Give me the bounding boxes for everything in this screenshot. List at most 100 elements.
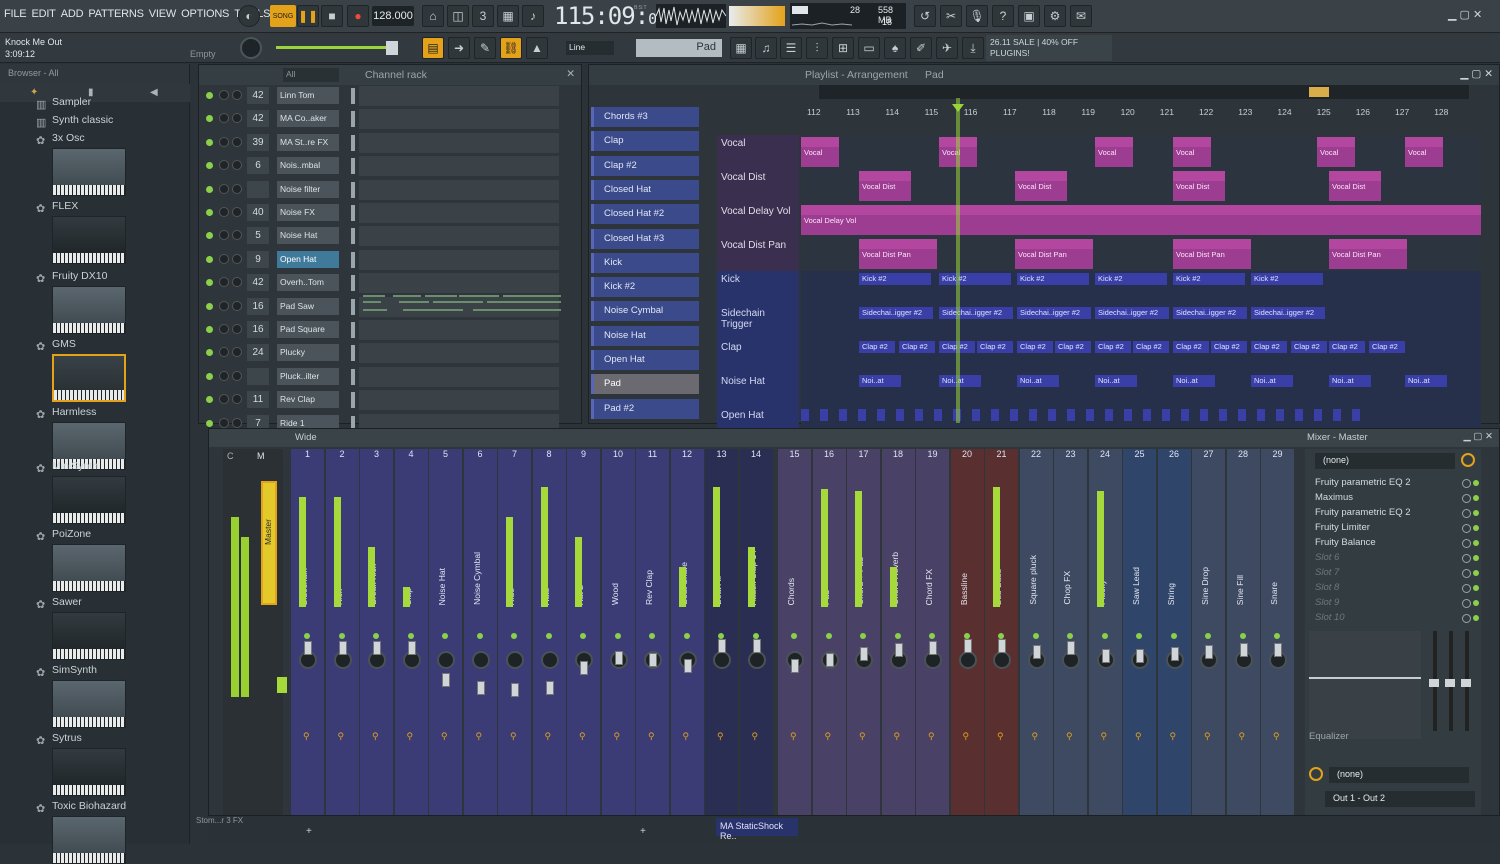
playlist-clip[interactable]: Vocal Delay Vol bbox=[801, 205, 1481, 235]
plugin-thumbnail[interactable] bbox=[52, 216, 126, 264]
channel-filter[interactable]: All bbox=[283, 68, 339, 82]
channel-volume-knob[interactable] bbox=[232, 347, 242, 358]
mixer-strip[interactable]: 5 Noise Hat ⚲ bbox=[429, 449, 462, 815]
mixer-pan-knob[interactable] bbox=[506, 651, 524, 669]
playlist-clip[interactable]: Vocal Dist bbox=[1015, 171, 1067, 201]
channel-volume-knob[interactable] bbox=[232, 394, 242, 405]
browser-item-flex[interactable]: FLEX bbox=[52, 200, 78, 212]
pattern-song-toggle-icon[interactable]: ◐ bbox=[238, 5, 260, 27]
playlist-clip[interactable]: Clap #2 bbox=[859, 341, 895, 353]
mixer-strip[interactable]: 10 Wood ⚲ bbox=[601, 449, 635, 815]
playlist-clip[interactable]: Vocal Dist Pan bbox=[1329, 239, 1407, 269]
master-fader[interactable] bbox=[277, 677, 287, 693]
channel-name-button[interactable]: Noise FX bbox=[277, 204, 339, 221]
plugin-thumbnail[interactable] bbox=[52, 148, 126, 196]
playlist-clip[interactable]: Vocal Dist Pan bbox=[1173, 239, 1251, 269]
mixer-view-mode[interactable]: Wide bbox=[295, 432, 317, 443]
blend-notes-icon[interactable]: ♪ bbox=[522, 5, 544, 27]
channel-name-button[interactable]: Pad Square bbox=[277, 321, 339, 338]
pattern-item[interactable]: Kick bbox=[591, 252, 699, 273]
playlist-clip[interactable]: Noi..at bbox=[859, 375, 901, 387]
playlist-clip[interactable] bbox=[915, 409, 923, 421]
mixer-send-icon[interactable]: ⚲ bbox=[1170, 731, 1177, 742]
channel-pan-knob[interactable] bbox=[219, 394, 229, 405]
track-header[interactable]: Vocal Dist Pan bbox=[717, 237, 799, 271]
channel-select-indicator[interactable] bbox=[351, 251, 355, 268]
mixer-volume-fader[interactable] bbox=[860, 647, 868, 661]
channel-row[interactable]: Noise filter bbox=[199, 179, 565, 201]
playlist-clip[interactable] bbox=[1029, 409, 1037, 421]
mixer-send-icon[interactable]: ⚲ bbox=[441, 731, 448, 742]
channel-mute-led[interactable] bbox=[206, 279, 213, 287]
mixer-strip[interactable]: 2Kick⚲ bbox=[325, 449, 359, 815]
channel-step-grid[interactable] bbox=[359, 109, 559, 130]
mixer-insert-slot[interactable]: Fruity parametric EQ 2 bbox=[1315, 477, 1411, 488]
mixer-volume-fader[interactable] bbox=[614, 651, 623, 665]
playlist-clip[interactable] bbox=[858, 409, 866, 421]
channel-pan-knob[interactable] bbox=[219, 253, 229, 264]
mixer-send-icon[interactable]: ⚲ bbox=[338, 731, 345, 742]
mixer-preset-select[interactable]: (none) bbox=[1315, 453, 1455, 469]
browser-item-3x-osc[interactable]: 3x Osc bbox=[52, 132, 85, 144]
mixer-insert-mix-knob[interactable] bbox=[1462, 584, 1471, 593]
channel-step-grid[interactable] bbox=[359, 366, 559, 387]
piano-icon[interactable]: ♫ bbox=[755, 37, 777, 59]
playlist-clip[interactable] bbox=[1086, 409, 1094, 421]
playhead-marker-icon[interactable] bbox=[952, 104, 964, 112]
playlist-clip[interactable]: Sidechai..igger #2 bbox=[1173, 307, 1247, 319]
channel-mute-led[interactable] bbox=[206, 138, 213, 146]
playlist-clip[interactable]: Vocal Dist Pan bbox=[859, 239, 937, 269]
mixer-volume-fader[interactable] bbox=[407, 641, 416, 655]
mixer-pan-knob[interactable] bbox=[747, 651, 766, 669]
channel-mute-led[interactable] bbox=[206, 326, 213, 333]
browser-icon[interactable]: ▭ bbox=[858, 37, 880, 59]
menu-options[interactable]: OPTIONS bbox=[181, 8, 229, 20]
playlist-window-controls[interactable]: ▁ ▢ ✕ bbox=[1460, 68, 1493, 80]
channel-volume-knob[interactable] bbox=[232, 417, 242, 428]
channel-step-grid[interactable] bbox=[359, 156, 559, 177]
add-channel-icon[interactable]: + bbox=[306, 826, 312, 837]
bottom-track-clip[interactable]: MA StaticShock Re.. bbox=[716, 818, 798, 841]
mixer-strip[interactable]: 20 Bassline ⚲ bbox=[950, 449, 984, 815]
track-header[interactable]: Clap bbox=[717, 339, 799, 373]
playlist-clip[interactable]: Noi..at bbox=[1017, 375, 1059, 387]
plugin-thumbnail[interactable] bbox=[52, 816, 126, 864]
plugin-thumbnail[interactable] bbox=[52, 354, 126, 402]
mixer-insert-enable-led[interactable] bbox=[1473, 600, 1479, 606]
pattern-item[interactable]: Closed Hat #2 bbox=[591, 204, 699, 225]
metronome-icon[interactable]: ⌂ bbox=[422, 5, 444, 27]
undo-icon[interactable]: ↺ bbox=[914, 5, 936, 27]
mixer-strip-enable-led[interactable] bbox=[860, 633, 866, 639]
playlist-clip[interactable]: Clap #2 bbox=[1369, 341, 1405, 353]
bar-number[interactable]: 127 bbox=[1395, 107, 1409, 117]
patcher-icon[interactable]: ⊞ bbox=[832, 37, 854, 59]
mixer-strip[interactable]: 13Beat All⚲ bbox=[705, 449, 738, 815]
channel-select-indicator[interactable] bbox=[351, 368, 355, 385]
mixer-insert-mix-knob[interactable] bbox=[1462, 479, 1471, 488]
link-icon[interactable]: ⛓ bbox=[500, 37, 522, 59]
channel-mute-led[interactable] bbox=[206, 396, 213, 404]
mixer-volume-fader[interactable] bbox=[1239, 643, 1248, 657]
playlist-clip[interactable] bbox=[1105, 409, 1113, 421]
mixer-strip-enable-led[interactable] bbox=[407, 633, 414, 639]
channel-step-grid[interactable] bbox=[359, 226, 559, 247]
playlist-clip[interactable]: Noi..at bbox=[1405, 375, 1447, 387]
channel-select-indicator[interactable] bbox=[351, 275, 355, 292]
mixer-strip-enable-led[interactable] bbox=[476, 633, 483, 639]
channel-mixer-track[interactable]: 24 bbox=[247, 344, 269, 362]
playlist-clip[interactable]: Kick #2 bbox=[1095, 273, 1167, 285]
mixer-window-controls[interactable]: ▁ ▢ ✕ bbox=[1463, 431, 1493, 442]
channel-name-button[interactable]: Noise filter bbox=[277, 180, 339, 198]
mixer-volume-fader[interactable] bbox=[545, 681, 554, 695]
playlist-clip[interactable]: Sidechai..igger #2 bbox=[1095, 307, 1169, 319]
channel-select-indicator[interactable] bbox=[351, 134, 355, 151]
mixer-volume-fader[interactable] bbox=[511, 683, 519, 697]
mixer-strip-enable-led[interactable] bbox=[614, 633, 621, 639]
browser-item-harmless[interactable]: Harmless bbox=[52, 406, 96, 418]
mixer-send-icon[interactable]: ⚲ bbox=[963, 731, 970, 742]
channel-mixer-track[interactable]: 11 bbox=[247, 391, 269, 409]
browser-item-simsynth[interactable]: SimSynth bbox=[52, 664, 97, 676]
mixer-volume-fader[interactable] bbox=[683, 659, 692, 673]
mixer-volume-fader[interactable] bbox=[1032, 645, 1041, 659]
bar-number[interactable]: 122 bbox=[1199, 107, 1213, 117]
